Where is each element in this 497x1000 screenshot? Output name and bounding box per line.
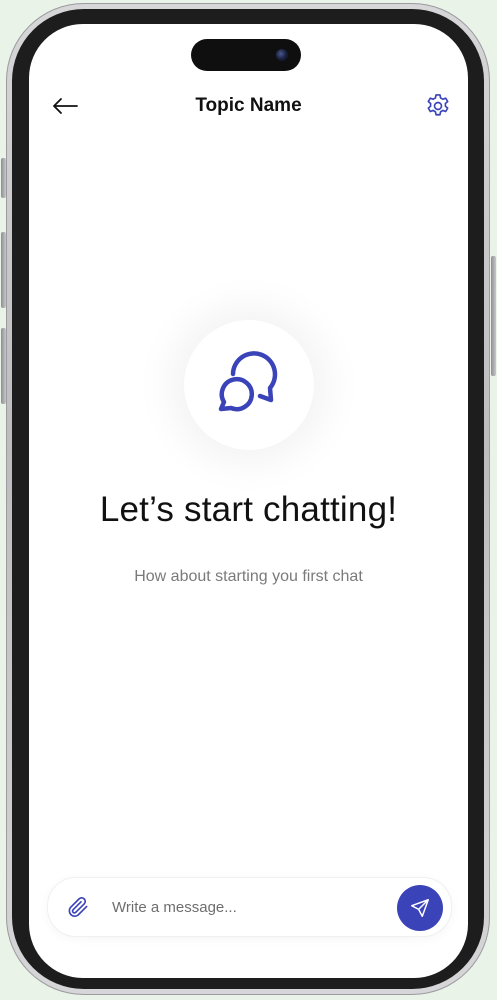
send-button[interactable] bbox=[397, 885, 443, 931]
message-input[interactable] bbox=[112, 894, 382, 920]
empty-state-title: Let’s start chatting! bbox=[99, 490, 398, 529]
message-composer bbox=[47, 877, 452, 937]
app-screen: Topic Name Let’s start chatting! How abo… bbox=[29, 24, 468, 978]
attach-button[interactable] bbox=[64, 893, 92, 921]
dynamic-island bbox=[191, 39, 301, 71]
page-title: Topic Name bbox=[195, 95, 302, 116]
gear-icon bbox=[427, 94, 449, 116]
paperclip-icon bbox=[68, 897, 88, 918]
camera-icon bbox=[276, 49, 288, 61]
empty-state-subtitle: How about starting you first chat bbox=[134, 568, 363, 585]
power-button bbox=[491, 256, 496, 376]
settings-button[interactable] bbox=[422, 90, 454, 122]
chat-bubbles-icon bbox=[218, 351, 278, 412]
send-icon bbox=[411, 899, 429, 917]
empty-state-illustration bbox=[184, 320, 314, 450]
top-bar: Topic Name bbox=[29, 88, 468, 124]
